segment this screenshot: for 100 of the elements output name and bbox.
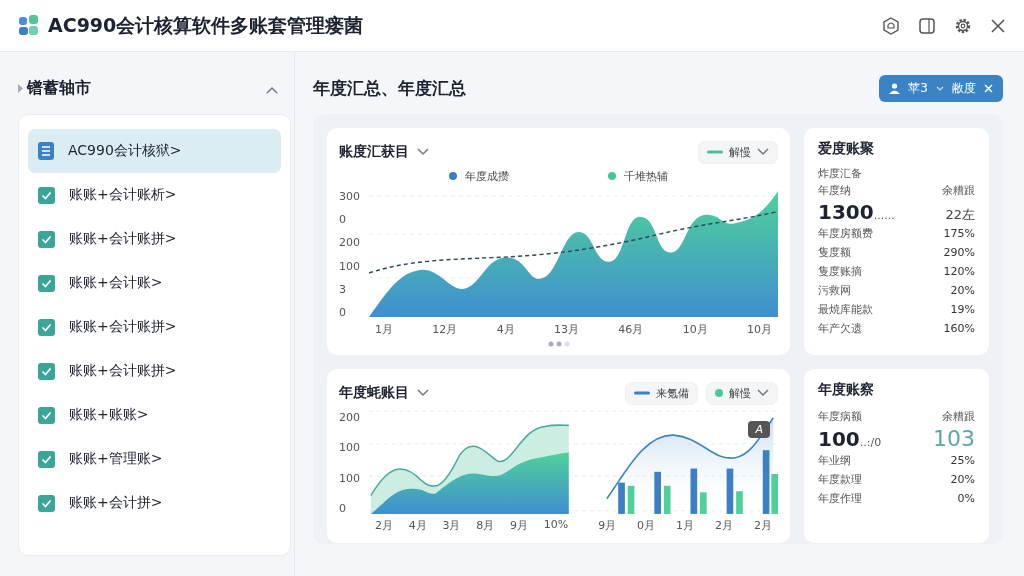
checkbox-icon[interactable] bbox=[38, 186, 55, 204]
chart-bar bbox=[726, 468, 734, 514]
legend-item: 年度成攒 bbox=[448, 168, 509, 184]
axis-label: 10月 bbox=[746, 321, 772, 337]
chart-bar bbox=[627, 485, 635, 514]
checkbox-icon[interactable] bbox=[38, 494, 55, 512]
chart-bar bbox=[736, 491, 743, 514]
chevron-down-icon[interactable] bbox=[417, 389, 429, 397]
axis-label: 100 bbox=[339, 471, 361, 485]
chevron-down-icon[interactable] bbox=[757, 389, 769, 397]
pager-dots-icon[interactable] bbox=[547, 341, 570, 347]
axis-label: 0 bbox=[339, 502, 347, 515]
axis-label: 1月 bbox=[375, 321, 393, 337]
axis-label: 9月 bbox=[509, 517, 528, 533]
settings-icon[interactable] bbox=[954, 16, 972, 35]
stat-label: 年度纳 bbox=[818, 183, 851, 199]
sidebar-item[interactable]: 账账+管理账> bbox=[28, 437, 281, 481]
logo-icon bbox=[18, 14, 40, 37]
checkbox-icon[interactable] bbox=[38, 450, 55, 468]
legend-item: 千堆热辅 bbox=[608, 168, 669, 184]
legend-select[interactable]: 解慢 bbox=[698, 140, 778, 164]
stat-value: 25% bbox=[950, 453, 975, 469]
chart-bar bbox=[654, 471, 661, 514]
axis-label: 3 bbox=[339, 282, 347, 296]
stat-value: 19% bbox=[950, 302, 975, 318]
axis-label: 100 bbox=[339, 259, 361, 273]
axis-label: 100 bbox=[339, 441, 361, 455]
document-icon bbox=[38, 142, 54, 160]
sidebar-item[interactable]: 账账+会计账拼> bbox=[28, 217, 281, 261]
checkbox-icon[interactable] bbox=[38, 318, 55, 336]
page-title: 年度汇总、年度汇总 bbox=[313, 76, 467, 100]
filter-chip[interactable]: 苹3 敝度 bbox=[879, 74, 1003, 102]
caret-icon[interactable] bbox=[18, 83, 23, 93]
axis-label: 46月 bbox=[618, 321, 644, 337]
axis-label: 200 bbox=[339, 236, 361, 250]
axis-label: 4月 bbox=[408, 517, 427, 533]
chevron-up-icon[interactable] bbox=[266, 85, 278, 94]
chart-bar bbox=[690, 468, 698, 514]
legend-select[interactable]: 解慢 bbox=[706, 381, 778, 405]
axis-label: 13月 bbox=[554, 321, 579, 337]
axis-label: 4月 bbox=[496, 321, 515, 337]
close-icon[interactable] bbox=[990, 17, 1006, 34]
stat-value: 20% bbox=[950, 472, 975, 488]
stat-value: 175% bbox=[943, 226, 975, 242]
window-icon[interactable] bbox=[918, 16, 936, 35]
bell-icon[interactable] bbox=[882, 16, 900, 35]
stat-value: 20% bbox=[950, 283, 975, 299]
stat-label: 年度款理 bbox=[818, 472, 862, 488]
axis-label: 2月 bbox=[715, 517, 733, 533]
axis-label: 1月 bbox=[676, 517, 695, 533]
sidebar-item[interactable]: 账账+会计拼> bbox=[28, 481, 281, 525]
stat-value: 100 bbox=[818, 427, 860, 451]
stat-value: 0% bbox=[957, 491, 975, 507]
chart-bar bbox=[700, 492, 707, 514]
user-icon bbox=[889, 82, 901, 94]
chart-title: 账度汇获目 bbox=[339, 143, 409, 161]
checkbox-icon[interactable] bbox=[38, 406, 55, 424]
stat-value: 1300 bbox=[818, 200, 874, 224]
chevron-down-icon bbox=[936, 85, 944, 91]
stat-label: 年度病额 bbox=[818, 409, 862, 425]
stat-value: 103 bbox=[933, 426, 975, 451]
checkbox-icon[interactable] bbox=[38, 274, 55, 292]
axis-label: 0 bbox=[339, 213, 347, 227]
axis-label: 10月 bbox=[682, 321, 708, 337]
axis-label: 300 bbox=[339, 190, 361, 203]
tooltip: A bbox=[748, 421, 770, 438]
checkbox-icon[interactable] bbox=[38, 230, 55, 248]
sidebar-item[interactable]: 账账+会计账析> bbox=[28, 173, 281, 217]
sidebar-item[interactable]: 账账+账账> bbox=[28, 393, 281, 437]
stat-label: 最焼库能款 bbox=[818, 302, 873, 318]
sidebar-item[interactable]: AC990会计核狱> bbox=[28, 129, 281, 173]
sidebar-item[interactable]: 账账+会计账拼> bbox=[28, 349, 281, 393]
axis-label: 12月 bbox=[432, 321, 458, 337]
card-title: 爱度账聚 bbox=[818, 140, 875, 158]
legend-select[interactable]: 来氪備 bbox=[625, 381, 698, 405]
axis-label: 200 bbox=[339, 411, 361, 424]
axis-label: 2月 bbox=[753, 517, 772, 533]
chevron-down-icon[interactable] bbox=[417, 148, 429, 156]
chevron-down-icon[interactable] bbox=[757, 148, 769, 156]
chart-bar bbox=[618, 482, 625, 514]
stat-value: 22左 bbox=[945, 206, 975, 224]
stat-label: 年产欠遗 bbox=[818, 321, 862, 337]
window-title: AC990会计核算软件多账套管理瘘菌 bbox=[48, 12, 365, 38]
stat-value: 120% bbox=[943, 264, 975, 280]
axis-label: 9月 bbox=[598, 517, 617, 533]
stat-label: 年业纲 bbox=[818, 453, 851, 469]
axis-label: 3月 bbox=[442, 517, 461, 533]
sidebar-item[interactable]: 账账+会计账拼> bbox=[28, 305, 281, 349]
stat-value: 290% bbox=[943, 245, 975, 261]
stat-label: 隻度额 bbox=[818, 245, 851, 261]
checkbox-icon[interactable] bbox=[38, 362, 55, 380]
chart-title: 年度蚝账目 bbox=[339, 384, 409, 402]
axis-label: 10% bbox=[543, 517, 569, 533]
stat-label: 污救网 bbox=[818, 283, 851, 299]
stat-label: 年度房额费 bbox=[818, 226, 873, 242]
card-title: 年度账察 bbox=[818, 381, 875, 399]
axis-label: 2月 bbox=[375, 517, 393, 533]
sidebar-item[interactable]: 账账+会计账> bbox=[28, 261, 281, 305]
stat-suffix: ...... bbox=[873, 209, 895, 222]
chart-bar bbox=[663, 485, 671, 514]
